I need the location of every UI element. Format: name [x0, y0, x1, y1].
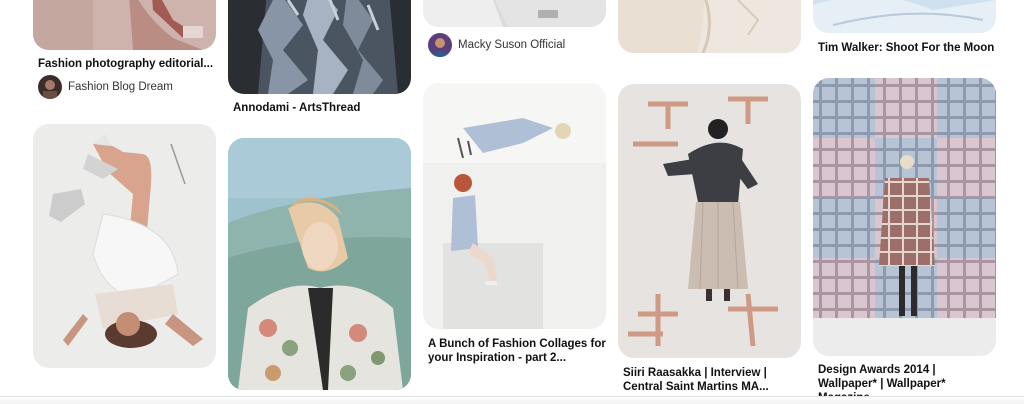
bottom-fade — [0, 396, 1024, 404]
pin-title[interactable]: Tim Walker: Shoot For the Moon — [818, 41, 1003, 55]
pin-image-upside-down[interactable] — [33, 124, 216, 368]
pin-image-fashion-collages[interactable] — [423, 83, 606, 329]
author-name[interactable]: Macky Suson Official — [458, 39, 565, 51]
author-avatar[interactable] — [428, 33, 452, 57]
pin-image-beige-fabric[interactable] — [618, 0, 801, 53]
pin-image-design-awards[interactable] — [813, 78, 996, 356]
pin-image-floral-jacket[interactable] — [228, 138, 411, 390]
pin-title[interactable]: Fashion photography editorial... — [38, 57, 223, 71]
pin-image-fashion-photography[interactable] — [33, 0, 216, 50]
pin-image-siiri-raasakka[interactable] — [618, 84, 801, 358]
pin-author[interactable]: Macky Suson Official — [428, 33, 565, 57]
pin-grid: Fashion photography editorial... Fashion… — [0, 0, 1024, 404]
pin-title[interactable]: Siiri Raasakka | Interview | Central Sai… — [623, 366, 808, 394]
pin-author[interactable]: Fashion Blog Dream — [38, 75, 173, 99]
pin-image-tim-walker[interactable] — [813, 0, 996, 33]
pin-image-annodami[interactable] — [228, 0, 411, 94]
author-avatar[interactable] — [38, 75, 62, 99]
pin-title[interactable]: A Bunch of Fashion Collages for your Ins… — [428, 337, 613, 365]
author-name[interactable]: Fashion Blog Dream — [68, 81, 173, 93]
pin-title[interactable]: Annodami - ArtsThread — [233, 101, 418, 115]
pin-image-macky-suson[interactable] — [423, 0, 606, 27]
